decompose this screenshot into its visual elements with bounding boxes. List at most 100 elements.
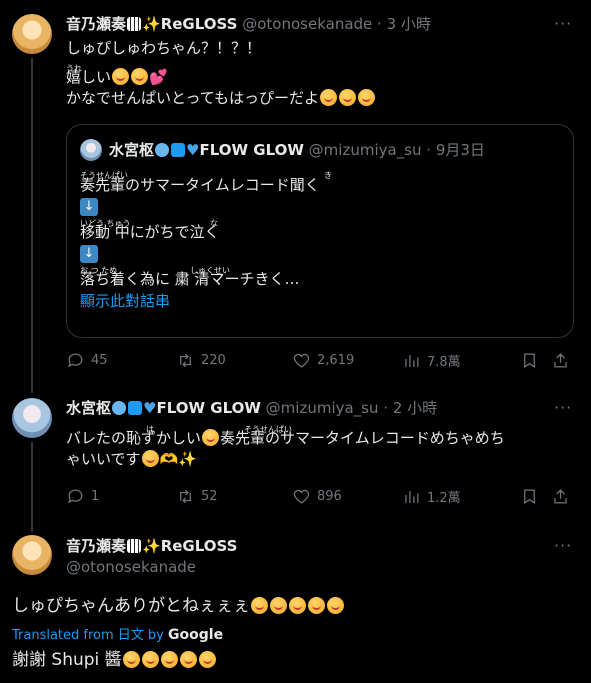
ruby-text: な [210,219,218,228]
reply-count: 45 [91,353,108,368]
retweet-button[interactable]: 52 [176,487,218,506]
display-name-suffix[interactable]: ReGLOSS [161,15,238,33]
translation-line: 謝謝 Shupi 醬 [12,650,122,670]
timestamp: · 9月3日 [426,141,485,159]
retweet-button[interactable]: 220 [176,351,226,370]
ruby-text: そうせんぱい [80,171,128,180]
reply-button[interactable]: 45 [66,351,108,370]
tweet-line: しゅぴちゃんありがとねぇぇぇ [12,596,250,616]
smile-emoji-icon [141,651,159,668]
avatar[interactable] [12,535,52,575]
display-name[interactable]: 水宮枢 [66,399,111,417]
smile-emoji-icon [327,597,344,614]
smile-emoji-icon [358,89,376,106]
bookmark-button[interactable] [520,487,539,506]
piano-icon [127,17,142,31]
translation-attribution[interactable]: Translated from 日文 by Google [12,624,223,643]
display-name-suffix[interactable]: FLOW GLOW [156,399,260,417]
views-count: 1.2萬 [427,491,461,506]
views-button[interactable]: 7.8萬 [402,351,461,370]
smile-emoji-icon [179,651,197,668]
timestamp[interactable]: · 2 小時 [383,399,437,417]
smile-emoji-icon [251,597,268,614]
views-button[interactable]: 1.2萬 [402,487,461,506]
display-name[interactable]: 音乃瀬奏 [66,15,126,33]
blue-heart-icon: ♥ [143,399,157,417]
tweet-text: しゅぴしゅわちゃん？！？！ うれ 嬉しい 💕 かなでせんぱいとってもはっぴーだよ [66,38,566,109]
ruby-text: き [324,171,332,180]
user-handle[interactable]: @mizumiya_su [266,399,379,417]
action-bar: 1 52 896 1.2萬 [66,487,571,509]
smile-emoji-icon [339,89,357,106]
smile-emoji-icon [112,68,130,85]
tweet-mizumiya-reply[interactable]: 水宮枢 ♥FLOW GLOW @mizumiya_su · 2 小時 ··· は … [0,390,591,532]
like-button[interactable]: 2,619 [292,351,354,370]
like-count: 2,619 [317,353,355,368]
tweet-text: しゅぴちゃんありがとねぇぇぇ [12,594,345,618]
share-icon [554,353,567,368]
translated-from-label[interactable]: Translated from 日文 by [12,628,164,643]
views-icon [405,490,419,503]
tweet-header: 音乃瀬奏 ✨ReGLOSS @otonosekanade · 3 小時 [66,14,431,34]
retweet-icon [180,353,191,368]
retweet-count: 220 [201,353,226,368]
tweet-line: ゃいいです [66,450,141,468]
ruby-text: は [146,425,154,434]
views-count: 7.8萬 [427,355,461,370]
share-button[interactable] [551,351,570,370]
ruby-text: お つ ため [80,266,118,275]
like-count: 896 [317,489,342,504]
more-icon[interactable]: ··· [554,398,572,417]
more-icon[interactable]: ··· [554,536,572,555]
tweet-line: かなでせんぱいとってもはっぴーだよ [66,89,320,107]
bookmark-button[interactable] [520,351,539,370]
smile-emoji-icon [289,597,306,614]
show-thread-link[interactable]: 顯示此對話串 [80,291,560,311]
speech-bubble-icon [155,143,170,157]
share-icon [554,489,567,504]
heart-hands-icon: 🫶 [159,450,179,468]
tweet-kanade-main[interactable]: 音乃瀬奏 ✨ReGLOSS @otonosekanade · 3 小時 ··· し… [0,0,591,393]
display-name[interactable]: 音乃瀬奏 [66,537,126,555]
timestamp[interactable]: · 3 小時 [377,15,431,33]
bookmark-icon [524,353,535,369]
quote-tweet[interactable]: 水宮枢 ♥FLOW GLOW @mizumiya_su · 9月3日 そうせんぱい… [66,124,574,338]
user-handle[interactable]: @otonosekanade [242,15,372,33]
display-name-suffix: FLOW GLOW [199,141,304,159]
display-name-suffix[interactable]: ReGLOSS [161,537,238,555]
like-icon [293,489,310,504]
sparkle-icon: ✨ [178,450,197,468]
tweet-text: は そうせんぱい バレたの恥ずかしい 奏先輩のサマータイムレコードめちゃめち ゃい… [66,420,571,470]
repeat-icon [128,401,143,415]
bookmark-icon [524,489,535,505]
retweet-icon [180,489,191,504]
translated-text: 謝謝 Shupi 醬 [12,648,217,672]
smile-emoji-icon [202,429,220,446]
reply-icon [68,353,83,368]
quote-text: そうせんぱい き 奏先輩のサマータイムレコード聞く ↓ いどう ちゅう な 移動… [80,167,560,311]
display-name-row: 音乃瀬奏 ✨ReGLOSS [66,536,237,556]
like-button[interactable]: 896 [292,487,342,506]
smile-emoji-icon [122,651,140,668]
reply-button[interactable]: 1 [66,487,99,506]
user-handle: @mizumiya_su [308,141,422,159]
smile-emoji-icon [198,651,216,668]
thread-line [31,58,33,393]
smile-emoji-icon [141,450,159,467]
avatar[interactable] [12,14,52,54]
blue-heart-icon: ♥ [186,141,200,159]
more-icon[interactable]: ··· [554,14,572,33]
avatar[interactable] [12,398,52,438]
heart-emoji-icon: 💕 [149,68,168,86]
user-handle[interactable]: @otonosekanade [66,557,196,577]
tweet-header: 水宮枢 ♥FLOW GLOW @mizumiya_su · 2 小時 [66,398,437,418]
smile-emoji-icon [131,68,149,85]
views-icon [405,354,419,367]
tweet-line: しゅぴしゅわちゃん？！？！ [66,39,262,57]
smile-emoji-icon [320,89,338,106]
share-button[interactable] [551,487,570,506]
ruby-text: しゅくせい [190,266,230,275]
avatar[interactable] [80,139,102,161]
reply-icon [68,489,83,504]
thread-line [31,442,33,532]
